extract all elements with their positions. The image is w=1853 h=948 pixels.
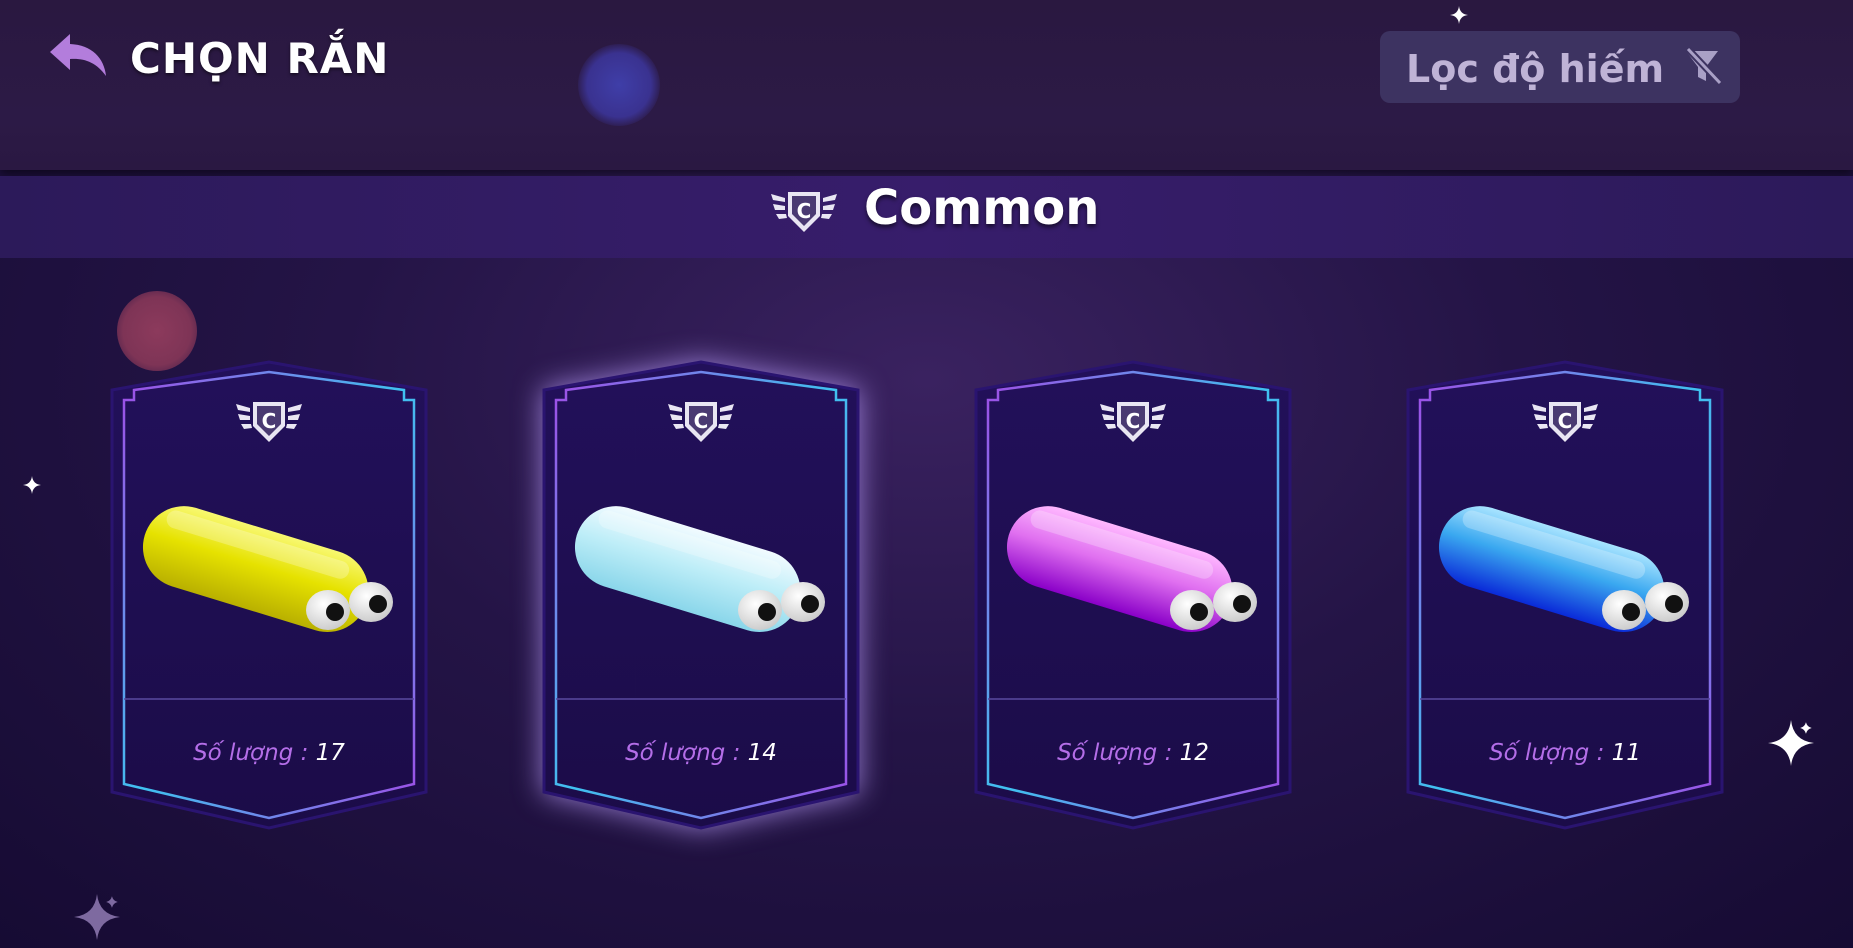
quantity-label: Số lượng : bbox=[625, 740, 741, 766]
quantity-text: Số lượng : 17 bbox=[110, 740, 428, 766]
snake-card[interactable]: C Số lượng : 14 bbox=[542, 360, 860, 830]
sparkle-icon bbox=[1450, 6, 1468, 24]
quantity-text: Số lượng : 12 bbox=[974, 740, 1292, 766]
snake-skin-preview bbox=[1438, 506, 1689, 632]
sparkle-icon bbox=[23, 476, 41, 494]
back-arrow-icon[interactable] bbox=[48, 30, 110, 80]
svg-text:C: C bbox=[694, 409, 709, 433]
common-rarity-badge-icon: C bbox=[668, 402, 734, 442]
snake-skin-preview bbox=[574, 506, 825, 632]
snake-card[interactable]: C Số lượng : 12 bbox=[974, 360, 1292, 830]
quantity-value: 17 bbox=[315, 740, 345, 766]
filter-off-icon bbox=[1685, 47, 1722, 86]
sparkle-icon bbox=[1768, 720, 1814, 766]
svg-text:C: C bbox=[1126, 409, 1141, 433]
rarity-filter-button[interactable]: Lọc độ hiếm bbox=[1380, 31, 1740, 103]
glow-orb-blue bbox=[578, 44, 660, 126]
glow-orb-red bbox=[117, 291, 197, 371]
quantity-label: Số lượng : bbox=[193, 740, 309, 766]
quantity-value: 11 bbox=[1611, 740, 1641, 766]
quantity-label: Số lượng : bbox=[1057, 740, 1173, 766]
quantity-value: 14 bbox=[747, 740, 777, 766]
sparkle-icon bbox=[74, 894, 120, 940]
snake-card[interactable]: C Số lượng : 17 bbox=[110, 360, 428, 830]
common-rarity-badge-icon: C bbox=[1100, 402, 1166, 442]
quantity-value: 12 bbox=[1179, 740, 1209, 766]
snake-skin-preview bbox=[1006, 506, 1257, 632]
common-rarity-badge-icon: C bbox=[1532, 402, 1598, 442]
svg-text:C: C bbox=[262, 409, 277, 433]
quantity-text: Số lượng : 14 bbox=[542, 740, 860, 766]
svg-text:C: C bbox=[1558, 409, 1573, 433]
quantity-text: Số lượng : 11 bbox=[1406, 740, 1724, 766]
common-rarity-badge-icon: C bbox=[771, 192, 837, 232]
rarity-title: Common bbox=[864, 180, 1100, 236]
common-rarity-badge-icon: C bbox=[236, 402, 302, 442]
quantity-label: Số lượng : bbox=[1489, 740, 1605, 766]
snake-card[interactable]: C Số lượng : 11 bbox=[1406, 360, 1724, 830]
page-title: CHỌN RẮN bbox=[130, 34, 390, 83]
filter-label: Lọc độ hiếm bbox=[1406, 47, 1665, 91]
badge-letter: C bbox=[797, 199, 812, 223]
snake-skin-preview bbox=[142, 506, 393, 632]
